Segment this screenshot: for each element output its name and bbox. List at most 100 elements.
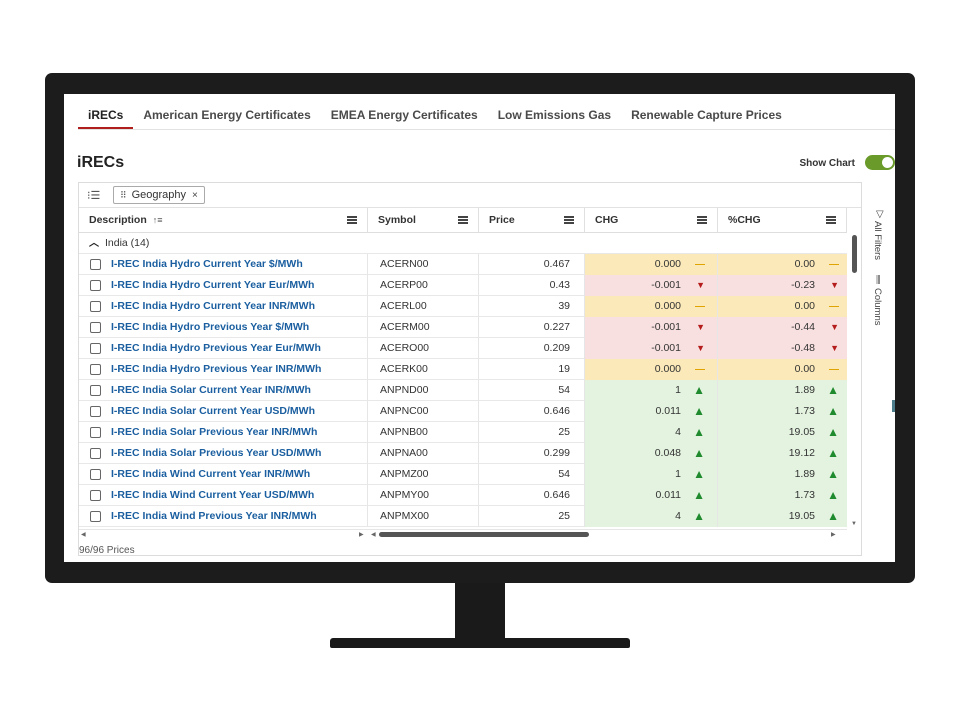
tab-low-emissions-gas[interactable]: Low Emissions Gas — [488, 101, 621, 129]
header-pct-chg[interactable]: %CHG — [718, 208, 847, 233]
row-chg: 0.000 — — [585, 359, 718, 380]
table-row[interactable]: I-REC India Wind Current Year INR/MWh ANP… — [79, 464, 847, 485]
column-menu-icon[interactable] — [697, 216, 707, 224]
columns-icon[interactable]: ⫼ — [876, 275, 881, 286]
scroll-down-arrow-icon[interactable]: ▼ — [851, 521, 857, 527]
table-row[interactable]: I-REC India Wind Current Year USD/MWh ANP… — [79, 485, 847, 506]
row-checkbox[interactable] — [90, 427, 101, 438]
row-symbol: ACERL00 — [368, 296, 479, 317]
sort-icon[interactable]: ↑≡ — [153, 215, 163, 225]
tab-american-energy-certificates[interactable]: American Energy Certificates — [133, 101, 320, 129]
table-row[interactable]: I-REC India Solar Previous Year USD/MWh A… — [79, 443, 847, 464]
scroll-right-arrow-icon[interactable]: ▶ — [359, 531, 364, 538]
header-price[interactable]: Price — [479, 208, 585, 233]
vertical-scroll-thumb[interactable] — [852, 235, 857, 273]
row-description[interactable]: I-REC India Hydro Previous Year Eur/MWh — [79, 338, 368, 359]
group-row-india[interactable]: ︿ India (14) — [79, 233, 847, 254]
table-row[interactable]: I-REC India Solar Current Year USD/MWh AN… — [79, 401, 847, 422]
description-link[interactable]: I-REC India Hydro Current Year $/MWh — [111, 258, 303, 270]
description-link[interactable]: I-REC India Hydro Current Year INR/MWh — [111, 300, 315, 312]
row-symbol: ANPNB00 — [368, 422, 479, 443]
row-checkbox[interactable] — [90, 259, 101, 270]
pct-chg-value: -0.48 — [791, 342, 815, 354]
row-checkbox[interactable] — [90, 364, 101, 375]
geography-group-chip[interactable]: ⠿ Geography × — [113, 186, 205, 204]
row-checkbox[interactable] — [90, 469, 101, 480]
description-link[interactable]: I-REC India Solar Previous Year INR/MWh — [111, 426, 317, 438]
row-description[interactable]: I-REC India Hydro Current Year INR/MWh — [79, 296, 368, 317]
table-row[interactable]: I-REC India Hydro Previous Year INR/MWh A… — [79, 359, 847, 380]
description-link[interactable]: I-REC India Solar Current Year INR/MWh — [111, 384, 311, 396]
table-row[interactable]: I-REC India Hydro Current Year Eur/MWh AC… — [79, 275, 847, 296]
row-checkbox[interactable] — [90, 406, 101, 417]
row-description[interactable]: I-REC India Solar Previous Year INR/MWh — [79, 422, 368, 443]
header-chg[interactable]: CHG — [585, 208, 718, 233]
table-row[interactable]: I-REC India Hydro Previous Year $/MWh ACE… — [79, 317, 847, 338]
row-price: 25 — [479, 422, 585, 443]
row-checkbox[interactable] — [90, 511, 101, 522]
row-checkbox[interactable] — [90, 385, 101, 396]
description-link[interactable]: I-REC India Solar Current Year USD/MWh — [111, 405, 315, 417]
column-menu-icon[interactable] — [347, 216, 357, 224]
table-row[interactable]: I-REC India Hydro Current Year $/MWh ACER… — [79, 254, 847, 275]
row-checkbox[interactable] — [90, 448, 101, 459]
filter-icon[interactable]: ▽ — [876, 209, 884, 220]
column-menu-icon[interactable] — [564, 216, 574, 224]
drag-handle-icon[interactable]: ⠿ — [120, 190, 127, 201]
row-description[interactable]: I-REC India Solar Previous Year USD/MWh — [79, 443, 368, 464]
description-link[interactable]: I-REC India Hydro Previous Year $/MWh — [111, 321, 309, 333]
row-group-icon[interactable]: ⁝☰ — [87, 189, 100, 202]
header-symbol[interactable]: Symbol — [368, 208, 479, 233]
row-description[interactable]: I-REC India Wind Current Year USD/MWh — [79, 485, 368, 506]
row-description[interactable]: I-REC India Solar Current Year USD/MWh — [79, 401, 368, 422]
description-link[interactable]: I-REC India Wind Current Year USD/MWh — [111, 489, 314, 501]
tab-irecs[interactable]: iRECs — [78, 101, 134, 129]
description-link[interactable]: I-REC India Wind Previous Year INR/MWh — [111, 510, 317, 522]
row-description[interactable]: I-REC India Wind Current Year INR/MWh — [79, 464, 368, 485]
table-row[interactable]: I-REC India Hydro Previous Year Eur/MWh A… — [79, 338, 847, 359]
description-link[interactable]: I-REC India Solar Previous Year USD/MWh — [111, 447, 321, 459]
row-description[interactable]: I-REC India Wind Previous Year INR/MWh — [79, 506, 368, 527]
row-checkbox[interactable] — [90, 343, 101, 354]
row-checkbox[interactable] — [90, 490, 101, 501]
chg-value: -0.001 — [651, 321, 681, 333]
table-row[interactable]: I-REC India Solar Current Year INR/MWh AN… — [79, 380, 847, 401]
row-checkbox[interactable] — [90, 301, 101, 312]
header-description[interactable]: Description ↑≡ — [79, 208, 368, 233]
scroll-right-arrow-icon[interactable]: ▶ — [831, 531, 836, 538]
column-menu-icon[interactable] — [458, 216, 468, 224]
description-link[interactable]: I-REC India Wind Current Year INR/MWh — [111, 468, 310, 480]
vertical-scrollbar[interactable]: ▼ — [850, 235, 860, 529]
all-filters-tab[interactable]: All Filters — [872, 221, 883, 260]
chevron-up-icon[interactable]: ︿ — [89, 233, 99, 254]
row-price: 0.646 — [479, 485, 585, 506]
monitor-frame: iRECs American Energy Certificates EMEA … — [45, 73, 915, 583]
row-description[interactable]: I-REC India Solar Current Year INR/MWh — [79, 380, 368, 401]
horizontal-scroll-thumb[interactable] — [379, 532, 589, 537]
row-description[interactable]: I-REC India Hydro Current Year Eur/MWh — [79, 275, 368, 296]
row-description[interactable]: I-REC India Hydro Current Year $/MWh — [79, 254, 368, 275]
row-description[interactable]: I-REC India Hydro Previous Year INR/MWh — [79, 359, 368, 380]
column-menu-icon[interactable] — [826, 216, 836, 224]
table-row[interactable]: I-REC India Solar Previous Year INR/MWh A… — [79, 422, 847, 443]
columns-tab[interactable]: Columns — [872, 288, 883, 326]
pct-chg-value: 1.73 — [794, 405, 815, 417]
table-row[interactable]: I-REC India Hydro Current Year INR/MWh AC… — [79, 296, 847, 317]
table-row[interactable]: I-REC India Wind Previous Year INR/MWh AN… — [79, 506, 847, 527]
row-checkbox[interactable] — [90, 280, 101, 291]
row-chg: 0.000 — — [585, 254, 718, 275]
scroll-left-arrow-icon[interactable]: ◀ — [81, 531, 86, 538]
tab-renewable-capture-prices[interactable]: Renewable Capture Prices — [621, 101, 792, 129]
description-link[interactable]: I-REC India Hydro Previous Year Eur/MWh — [111, 342, 321, 354]
row-checkbox[interactable] — [90, 322, 101, 333]
row-description[interactable]: I-REC India Hydro Previous Year $/MWh — [79, 317, 368, 338]
close-icon[interactable]: × — [192, 190, 198, 201]
trend-flat-icon: — — [829, 301, 839, 312]
description-link[interactable]: I-REC India Hydro Current Year Eur/MWh — [111, 279, 314, 291]
horizontal-scrollbar[interactable]: ◀ ▶ ◀ ▶ — [79, 529, 847, 539]
tab-emea-energy-certificates[interactable]: EMEA Energy Certificates — [321, 101, 488, 129]
description-link[interactable]: I-REC India Hydro Previous Year INR/MWh — [111, 363, 321, 375]
trend-down-icon: ▼ — [830, 343, 839, 353]
show-chart-toggle[interactable] — [865, 155, 895, 170]
scroll-left-arrow-icon[interactable]: ◀ — [371, 531, 376, 538]
